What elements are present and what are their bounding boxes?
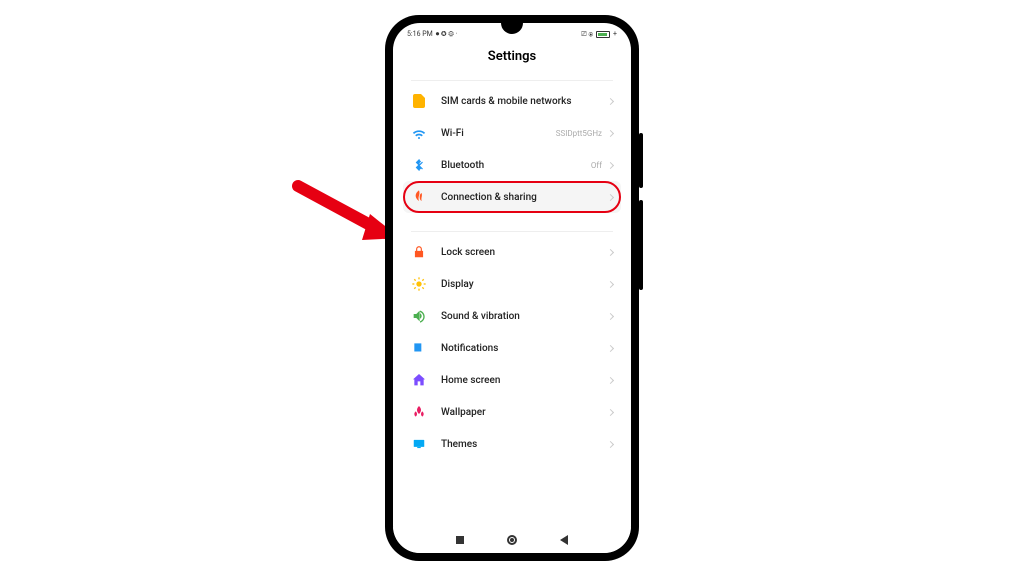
chevron-right-icon — [607, 193, 614, 200]
nav-recents-button[interactable] — [455, 535, 465, 545]
row-connection-sharing[interactable]: Connection & sharing — [403, 181, 621, 213]
row-themes[interactable]: Themes — [403, 428, 621, 460]
row-value: Off — [591, 161, 602, 170]
lock-icon — [411, 244, 427, 260]
navigation-bar — [393, 527, 631, 553]
row-label: Display — [441, 279, 608, 290]
wallpaper-icon — [411, 404, 427, 420]
phone-frame: 5:16 PM ⏺ ✪ ⚙ · ⎚ ⦿ + Settings SIM cards… — [385, 15, 639, 561]
settings-list: SIM cards & mobile networks Wi-Fi SSIDpt… — [393, 80, 631, 460]
chevron-right-icon — [607, 408, 614, 415]
status-left-icons: ⏺ ✪ ⚙ · — [436, 30, 458, 39]
annotation-arrow — [290, 178, 400, 248]
display-icon — [411, 276, 427, 292]
chevron-right-icon — [607, 344, 614, 351]
charging-icon: + — [613, 30, 617, 38]
bluetooth-icon — [411, 157, 427, 173]
row-lock-screen[interactable]: Lock screen — [403, 236, 621, 268]
home-icon — [411, 372, 427, 388]
phone-power-button — [639, 200, 643, 290]
chevron-right-icon — [607, 376, 614, 383]
phone-screen: 5:16 PM ⏺ ✪ ⚙ · ⎚ ⦿ + Settings SIM cards… — [393, 23, 631, 553]
divider — [411, 80, 613, 81]
row-display[interactable]: Display — [403, 268, 621, 300]
chevron-right-icon — [607, 129, 614, 136]
row-label: Wallpaper — [441, 407, 608, 418]
row-label: Notifications — [441, 343, 608, 354]
row-label: Home screen — [441, 375, 608, 386]
wifi-icon — [411, 125, 427, 141]
status-time: 5:16 PM — [407, 30, 433, 38]
row-sound-vibration[interactable]: Sound & vibration — [403, 300, 621, 332]
chevron-right-icon — [607, 440, 614, 447]
row-label: Bluetooth — [441, 160, 591, 171]
status-right-icons: ⎚ ⦿ — [581, 30, 593, 39]
chevron-right-icon — [607, 248, 614, 255]
nav-back-button[interactable] — [559, 535, 569, 545]
connection-icon — [411, 189, 427, 205]
row-wifi[interactable]: Wi-Fi SSIDptt5GHz — [403, 117, 621, 149]
divider — [411, 231, 613, 232]
section-gap — [403, 213, 621, 227]
chevron-right-icon — [607, 161, 614, 168]
row-value: SSIDptt5GHz — [556, 129, 602, 138]
page-header: Settings — [393, 41, 631, 76]
row-wallpaper[interactable]: Wallpaper — [403, 396, 621, 428]
row-home-screen[interactable]: Home screen — [403, 364, 621, 396]
chevron-right-icon — [607, 312, 614, 319]
chevron-right-icon — [607, 97, 614, 104]
sim-icon — [411, 93, 427, 109]
nav-home-button[interactable] — [507, 535, 517, 545]
phone-volume-button — [639, 133, 643, 188]
row-label: Lock screen — [441, 247, 608, 258]
row-bluetooth[interactable]: Bluetooth Off — [403, 149, 621, 181]
sound-icon — [411, 308, 427, 324]
row-label: Wi-Fi — [441, 128, 556, 139]
battery-icon — [596, 31, 610, 38]
row-label: Themes — [441, 439, 608, 450]
row-sim-cards[interactable]: SIM cards & mobile networks — [403, 85, 621, 117]
row-label: Connection & sharing — [441, 192, 608, 203]
row-notifications[interactable]: Notifications — [403, 332, 621, 364]
themes-icon — [411, 436, 427, 452]
notifications-icon — [411, 340, 427, 356]
row-label: SIM cards & mobile networks — [441, 96, 608, 107]
chevron-right-icon — [607, 280, 614, 287]
page-title: Settings — [393, 49, 631, 64]
row-label: Sound & vibration — [441, 311, 608, 322]
